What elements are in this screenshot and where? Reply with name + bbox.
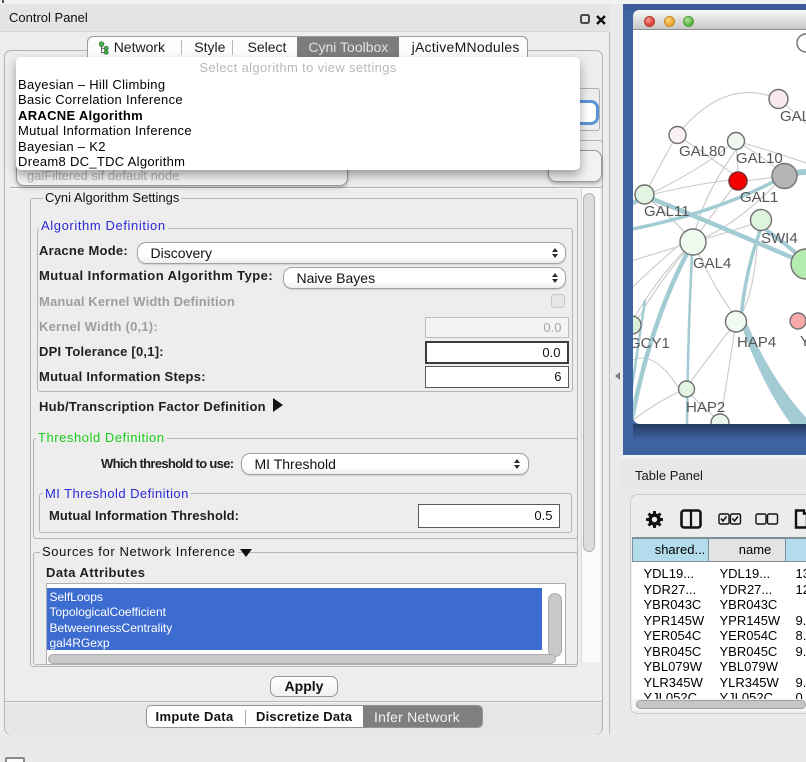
svg-text:GAL1: GAL1 (740, 189, 778, 206)
svg-text:GAL80: GAL80 (679, 143, 726, 160)
svg-text:SWI4: SWI4 (761, 230, 798, 247)
svg-text:HAP2: HAP2 (686, 399, 725, 416)
svg-text:GAL: GAL (780, 108, 806, 125)
svg-text:GAL11: GAL11 (644, 203, 690, 220)
svg-text:GAL4: GAL4 (693, 255, 731, 272)
svg-text:GCY1: GCY1 (633, 335, 670, 352)
svg-text:GAL10: GAL10 (736, 150, 783, 167)
svg-text:Y: Y (800, 333, 806, 350)
svg-text:HAP4: HAP4 (737, 334, 776, 351)
